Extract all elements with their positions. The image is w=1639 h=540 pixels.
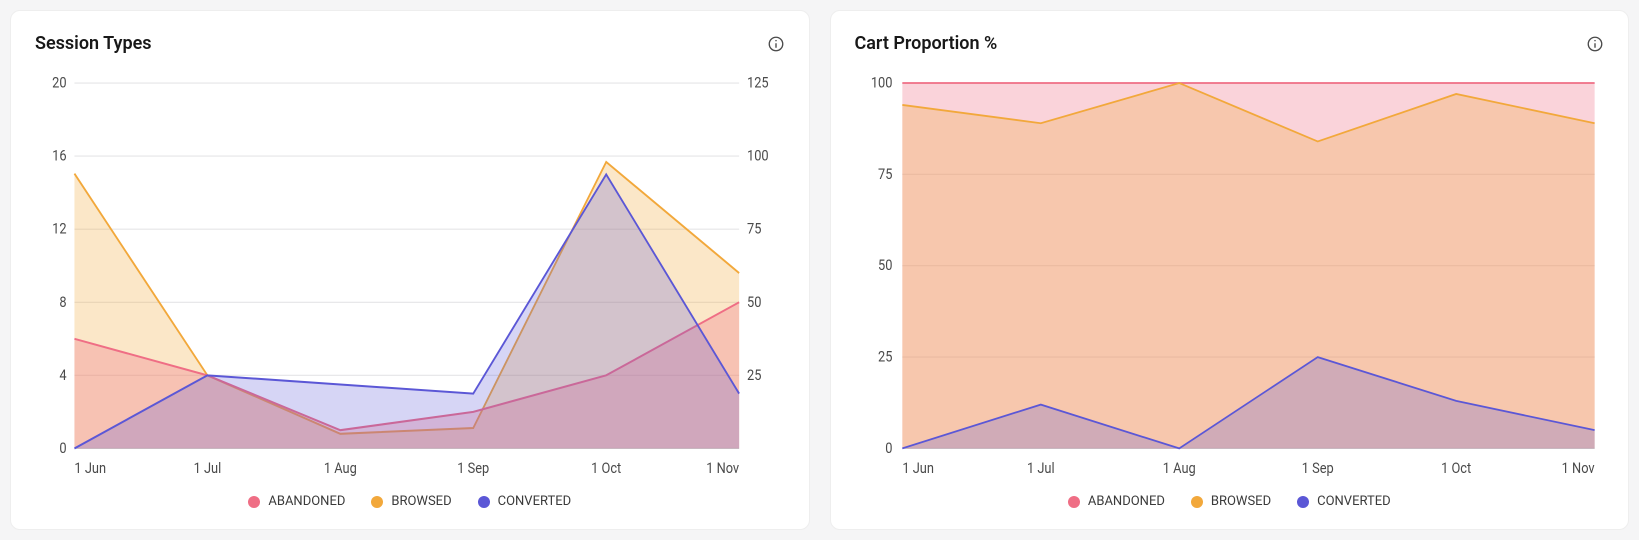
svg-text:1 Jun: 1 Jun — [902, 460, 934, 477]
svg-text:75: 75 — [747, 221, 762, 238]
panel-session-types: Session Types 0 4 8 12 16 20 25 50 75 100 125 1 Jun… — [10, 10, 810, 530]
cart-proportion-chart: 0 25 50 75 100 1 Jun 1 Jul 1 Aug 1 Sep 1 Oct 1 Nov — [855, 74, 1605, 480]
svg-text:1 Sep: 1 Sep — [457, 460, 489, 477]
legend-label: CONVERTED — [498, 494, 572, 509]
svg-text:4: 4 — [59, 367, 66, 384]
svg-text:50: 50 — [878, 257, 892, 274]
svg-text:12: 12 — [52, 221, 67, 238]
legend-item-abandoned[interactable]: ABANDONED — [1068, 494, 1165, 509]
legend-item-browsed[interactable]: BROWSED — [1191, 494, 1271, 509]
svg-text:1 Oct: 1 Oct — [591, 460, 622, 477]
svg-text:1 Jun: 1 Jun — [74, 460, 106, 477]
svg-text:1 Oct: 1 Oct — [1441, 460, 1472, 477]
info-icon[interactable] — [767, 35, 785, 53]
card-title: Session Types — [35, 33, 152, 54]
svg-text:125: 125 — [747, 75, 769, 92]
legend-label: BROWSED — [391, 494, 451, 509]
legend-item-converted[interactable]: CONVERTED — [478, 494, 572, 509]
legend-item-converted[interactable]: CONVERTED — [1297, 494, 1391, 509]
legend-label: CONVERTED — [1317, 494, 1391, 509]
svg-text:100: 100 — [870, 75, 892, 92]
svg-text:50: 50 — [747, 294, 761, 311]
svg-text:1 Nov: 1 Nov — [706, 460, 739, 477]
svg-text:1 Sep: 1 Sep — [1301, 460, 1333, 477]
svg-text:16: 16 — [52, 148, 67, 165]
legend-label: ABANDONED — [268, 494, 345, 509]
legend-item-browsed[interactable]: BROWSED — [371, 494, 451, 509]
legend: ABANDONED BROWSED CONVERTED — [855, 494, 1605, 509]
svg-text:0: 0 — [885, 440, 892, 457]
dot-icon — [1191, 496, 1203, 508]
svg-text:1 Nov: 1 Nov — [1561, 460, 1594, 477]
svg-text:75: 75 — [878, 166, 893, 183]
card-header: Session Types — [35, 33, 785, 54]
dot-icon — [478, 496, 490, 508]
svg-text:20: 20 — [52, 75, 66, 92]
legend-item-abandoned[interactable]: ABANDONED — [248, 494, 345, 509]
legend: ABANDONED BROWSED CONVERTED — [35, 494, 785, 509]
chart-area: 0 4 8 12 16 20 25 50 75 100 125 1 Jun 1 Jul 1 Aug 1 Se… — [35, 74, 785, 480]
svg-text:25: 25 — [878, 349, 893, 366]
svg-text:0: 0 — [59, 440, 66, 457]
session-types-chart: 0 4 8 12 16 20 25 50 75 100 125 1 Jun 1 Jul 1 Aug 1 Se… — [35, 74, 785, 480]
svg-text:25: 25 — [747, 367, 762, 384]
dot-icon — [1297, 496, 1309, 508]
svg-text:1 Jul: 1 Jul — [194, 460, 222, 477]
dot-icon — [371, 496, 383, 508]
svg-text:100: 100 — [747, 148, 769, 165]
svg-text:8: 8 — [59, 294, 66, 311]
card-title: Cart Proportion % — [855, 33, 998, 54]
chart-area: 0 25 50 75 100 1 Jun 1 Jul 1 Aug 1 Sep 1 Oct 1 Nov — [855, 74, 1605, 480]
legend-label: ABANDONED — [1088, 494, 1165, 509]
legend-label: BROWSED — [1211, 494, 1271, 509]
svg-text:1 Jul: 1 Jul — [1026, 460, 1054, 477]
card-header: Cart Proportion % — [855, 33, 1605, 54]
panel-cart-proportion: Cart Proportion % 0 25 50 75 100 1 Jun 1 Jul 1 … — [830, 10, 1630, 530]
info-icon[interactable] — [1586, 35, 1604, 53]
dot-icon — [248, 496, 260, 508]
svg-text:1 Aug: 1 Aug — [324, 460, 357, 477]
svg-text:1 Aug: 1 Aug — [1162, 460, 1195, 477]
dot-icon — [1068, 496, 1080, 508]
